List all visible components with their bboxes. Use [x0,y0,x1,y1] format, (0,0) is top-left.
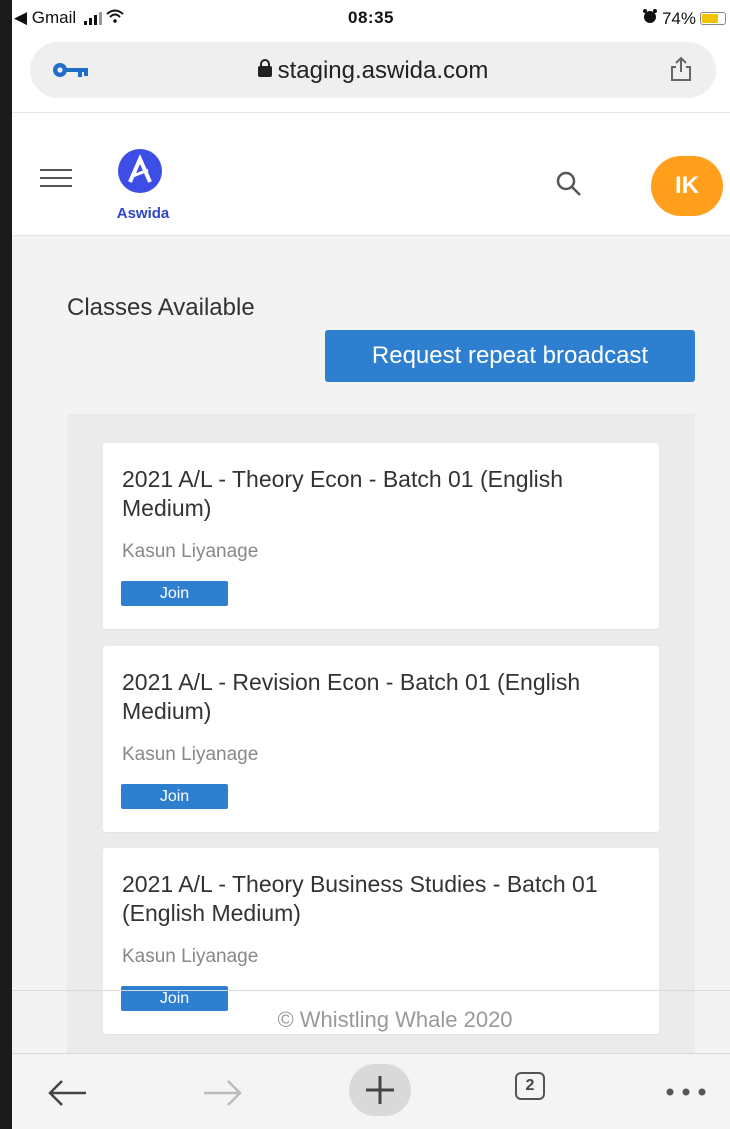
logo-text: Aswida [116,205,170,222]
avatar[interactable]: IK [651,156,723,216]
join-button[interactable]: Join [121,581,228,606]
class-teacher: Kasun Liyanage [122,946,259,967]
class-title: 2021 A/L - Theory Business Studies - Bat… [122,871,598,926]
address-bar[interactable]: staging.aswida.com [30,42,716,98]
alarm-icon [642,8,658,29]
footer-divider [12,990,730,991]
lock-icon [257,59,272,77]
plus-icon [366,1076,394,1104]
share-icon[interactable] [670,56,692,82]
class-teacher: Kasun Liyanage [122,744,259,765]
footer-copyright: © Whistling Whale 2020 [277,1007,513,1032]
url-text: staging.aswida.com [277,57,489,84]
class-title: 2021 A/L - Theory Econ - Batch 01 (Engli… [122,466,564,521]
status-bar: ◀ Gmail 08:35 74% [12,0,730,36]
main-content: Classes Available Request repeat broadca… [12,236,730,1129]
join-button[interactable]: Join [121,784,228,809]
aswida-logo[interactable]: Aswida [108,149,178,229]
new-tab-button[interactable] [349,1064,411,1116]
search-icon[interactable] [554,169,584,199]
class-teacher: Kasun Liyanage [122,541,259,562]
class-title: 2021 A/L - Revision Econ - Batch 01 (Eng… [122,669,581,724]
request-repeat-broadcast-button[interactable]: Request repeat broadcast [325,330,695,382]
battery-level [702,14,718,23]
forward-arrow-icon[interactable] [202,1078,244,1108]
url-display[interactable]: staging.aswida.com [30,57,716,85]
battery-percent: 74% [661,8,696,28]
battery-icon [700,12,726,25]
browser-toolbar: 2 [12,1053,730,1129]
menu-icon[interactable] [40,169,72,187]
status-right: 74% [642,8,726,29]
logo-mark-icon [118,149,162,193]
page-title: Classes Available [67,294,255,321]
more-icon[interactable] [664,1087,708,1097]
class-card: 2021 A/L - Theory Econ - Batch 01 (Engli… [103,443,659,629]
tab-switcher-button[interactable]: 2 [515,1072,545,1100]
status-time: 08:35 [348,8,394,27]
phone-screen: ◀ Gmail 08:35 74% staging.aswida.com Asw… [12,0,730,1129]
app-header: Aswida IK [12,113,730,236]
class-card: 2021 A/L - Revision Econ - Batch 01 (Eng… [103,646,659,832]
back-arrow-icon[interactable] [46,1078,88,1108]
